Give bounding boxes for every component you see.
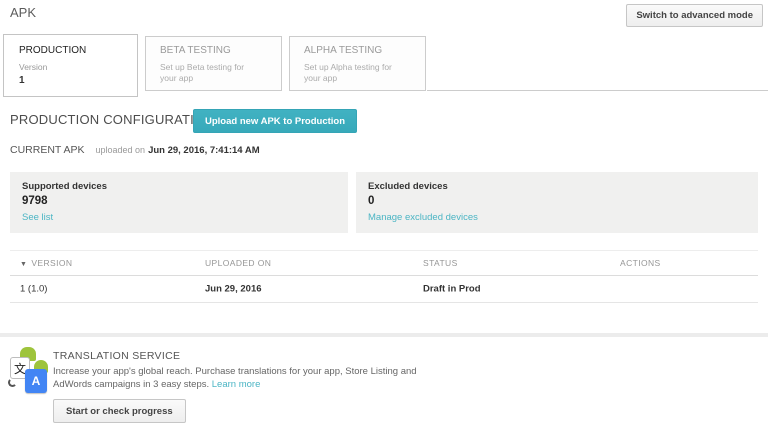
sort-descending-icon: ▼	[20, 261, 27, 268]
manage-excluded-devices-link[interactable]: Manage excluded devices	[368, 212, 478, 223]
row-status: Draft in Prod	[423, 284, 481, 295]
tab-beta-description: Set up Beta testing for your app	[160, 62, 260, 84]
column-header-actions: ACTIONS	[620, 258, 661, 268]
tab-strip-divider	[427, 90, 768, 91]
tab-beta-label: BETA TESTING	[160, 45, 281, 56]
uploaded-on-date: Jun 29, 2016, 7:41:14 AM	[148, 145, 260, 156]
row-uploaded-on: Jun 29, 2016	[205, 284, 262, 295]
tab-alpha-testing[interactable]: ALPHA TESTING Set up Alpha testing for y…	[289, 36, 426, 91]
current-apk-label: CURRENT APK	[10, 144, 85, 156]
tab-production-version-label: Version	[19, 62, 137, 72]
excluded-devices-label: Excluded devices	[368, 181, 746, 192]
translate-swirl-icon	[8, 378, 17, 387]
latin-character-card-icon: A	[25, 369, 47, 393]
translation-service-description: Increase your app's global reach. Purcha…	[53, 365, 419, 391]
see-list-link[interactable]: See list	[22, 212, 53, 223]
apk-page: APK Switch to advanced mode PRODUCTION V…	[0, 0, 768, 432]
excluded-devices-count: 0	[368, 195, 746, 207]
start-or-check-progress-button[interactable]: Start or check progress	[53, 399, 186, 423]
row-version: 1 (1.0)	[20, 284, 47, 295]
tab-beta-testing[interactable]: BETA TESTING Set up Beta testing for you…	[145, 36, 282, 91]
table-header-row: ▼ VERSION UPLOADED ON STATUS ACTIONS	[10, 250, 758, 276]
apk-version-table: ▼ VERSION UPLOADED ON STATUS ACTIONS 1 (1…	[10, 250, 758, 303]
switch-to-advanced-mode-button[interactable]: Switch to advanced mode	[626, 4, 763, 27]
section-separator	[0, 333, 768, 337]
column-header-version[interactable]: ▼ VERSION	[20, 258, 72, 268]
uploaded-on-label: uploaded on	[96, 145, 146, 155]
tab-alpha-description: Set up Alpha testing for your app	[304, 62, 404, 84]
current-apk-line: CURRENT APK uploaded onJun 29, 2016, 7:41…	[10, 140, 260, 158]
learn-more-link[interactable]: Learn more	[212, 379, 261, 390]
page-title: APK	[10, 5, 36, 20]
tab-alpha-label: ALPHA TESTING	[304, 45, 425, 56]
excluded-devices-panel: Excluded devices 0 Manage excluded devic…	[356, 172, 758, 233]
supported-devices-panel: Supported devices 9798 See list	[10, 172, 348, 233]
translation-service-title: TRANSLATION SERVICE	[53, 350, 180, 362]
column-header-version-label: VERSION	[31, 258, 72, 268]
supported-devices-label: Supported devices	[22, 181, 336, 192]
translation-service-icon: 文 A	[10, 347, 50, 395]
supported-devices-count: 9798	[22, 195, 336, 207]
section-title-production-configuration: PRODUCTION CONFIGURATION	[10, 112, 214, 127]
column-header-status: STATUS	[423, 258, 458, 268]
tab-production-label: PRODUCTION	[19, 45, 137, 56]
tab-production[interactable]: PRODUCTION Version 1	[3, 34, 138, 97]
table-row[interactable]: 1 (1.0) Jun 29, 2016 Draft in Prod	[10, 276, 758, 303]
column-header-uploaded-on: UPLOADED ON	[205, 258, 271, 268]
tab-production-version-value: 1	[19, 75, 137, 86]
upload-new-apk-button[interactable]: Upload new APK to Production	[193, 109, 357, 133]
